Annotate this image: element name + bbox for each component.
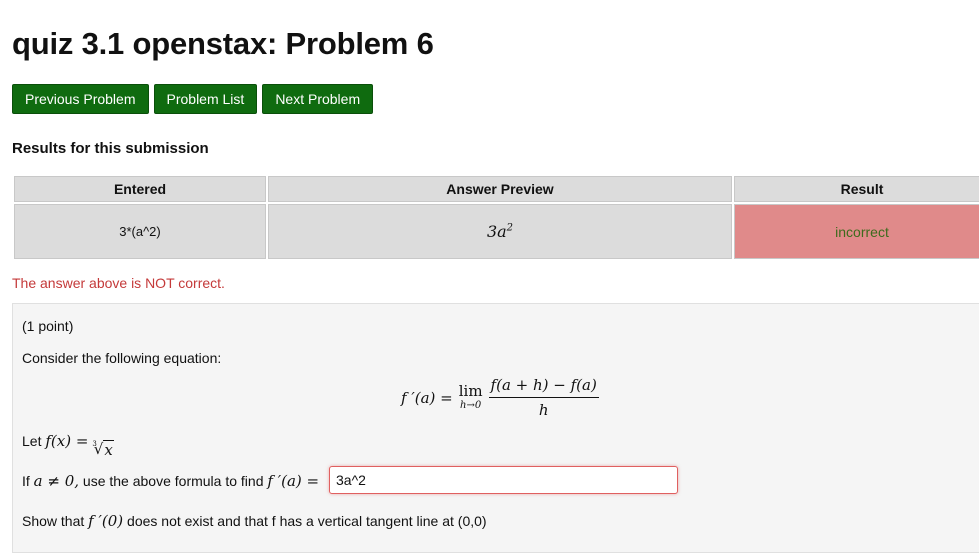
show-derivative: f ′(0)	[88, 512, 124, 530]
next-problem-button[interactable]: Next Problem	[262, 84, 374, 114]
incorrect-message: The answer above is NOT correct.	[12, 275, 225, 291]
results-header-row: Entered Answer Preview Result	[14, 176, 979, 202]
ask-text-if: If	[22, 473, 30, 489]
column-result: Result	[734, 176, 979, 202]
ask-text-instruction: use the above formula to find	[82, 473, 264, 489]
page-title: quiz 3.1 openstax: Problem 6	[12, 26, 434, 61]
previous-problem-button[interactable]: Previous Problem	[12, 84, 149, 114]
formula-lhs: f ′(a) =	[401, 388, 453, 407]
show-statement: Show that f ′(0) does not exist and that…	[22, 512, 487, 530]
answer-input[interactable]: 3a^2	[329, 466, 678, 494]
radical-sign-icon: √	[93, 440, 104, 458]
let-statement: Let f(x) = 3 √ x	[22, 432, 114, 459]
column-entered: Entered	[14, 176, 266, 202]
table-row: 3*(a^2) 3a2 incorrect	[14, 204, 979, 259]
answer-preview-cell: 3a2	[268, 204, 732, 259]
preview-exponent: 2	[506, 222, 514, 234]
result-cell: incorrect	[734, 204, 979, 259]
radicand: x	[103, 440, 114, 459]
preview-base: 3a	[486, 222, 507, 241]
derivative-formula: f ′(a) = lim h→0 f(a + h) − f(a) h	[401, 376, 599, 419]
problem-box: (1 point) Consider the following equatio…	[12, 303, 979, 553]
problem-intro: Consider the following equation:	[22, 350, 222, 366]
fraction-denominator: h	[538, 401, 549, 419]
entered-cell: 3*(a^2)	[14, 204, 266, 259]
difference-quotient: f(a + h) − f(a) h	[488, 376, 599, 419]
limit-operator: lim h→0	[459, 384, 483, 411]
cube-root: 3 √ x	[92, 440, 114, 459]
let-text: Let	[22, 433, 42, 449]
ask-condition: a ≠ 0,	[33, 472, 80, 490]
limit-word: lim	[458, 382, 483, 400]
show-text-start: Show that	[22, 513, 85, 529]
limit-subscript: h→0	[460, 400, 482, 411]
show-text-end: does not exist and that f has a vertical…	[127, 513, 487, 529]
let-function: f(x) =	[45, 432, 89, 450]
ask-derivative: f ′(a) =	[267, 472, 320, 490]
problem-nav: Previous Problem Problem List Next Probl…	[12, 84, 374, 114]
problem-list-button[interactable]: Problem List	[153, 84, 258, 114]
ask-statement: If a ≠ 0, use the above formula to find …	[22, 472, 319, 490]
results-heading: Results for this submission	[12, 140, 209, 157]
problem-points: (1 point)	[22, 318, 74, 334]
fraction-numerator: f(a + h) − f(a)	[488, 376, 599, 398]
results-table: Entered Answer Preview Result 3*(a^2) 3a…	[12, 174, 979, 261]
column-answer-preview: Answer Preview	[268, 176, 732, 202]
answer-preview-math: 3a2	[487, 222, 513, 241]
